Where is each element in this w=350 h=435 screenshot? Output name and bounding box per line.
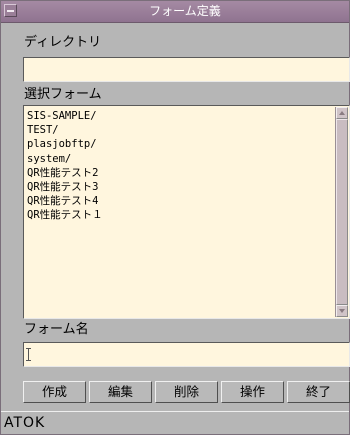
directory-label: ディレクトリ xyxy=(24,35,102,50)
text-cursor-icon xyxy=(26,348,34,361)
form-definition-window: フォーム定義 ディレクトリ 選択フォーム SIS-SAMPLE/ TEST/ p… xyxy=(0,0,350,435)
button-bar: 作成 編集 削除 操作 終了 xyxy=(23,381,350,403)
status-bar: ATOK xyxy=(1,411,349,434)
vertical-scrollbar[interactable] xyxy=(335,107,348,317)
input-method-status: ATOK xyxy=(4,415,46,431)
list-item[interactable]: plasjobftp/ xyxy=(27,137,103,151)
form-name-field[interactable] xyxy=(23,342,350,367)
list-item[interactable]: SIS-SAMPLE/ xyxy=(27,109,103,123)
list-item[interactable]: QR性能テスト4 xyxy=(27,194,103,208)
form-list-items: SIS-SAMPLE/ TEST/ plasjobftp/ system/ QR… xyxy=(27,109,103,223)
list-item[interactable]: QR性能テスト１ xyxy=(27,208,103,222)
list-item[interactable]: QR性能テスト3 xyxy=(27,180,103,194)
list-item[interactable]: TEST/ xyxy=(27,123,103,137)
scrollbar-thumb[interactable] xyxy=(336,119,348,305)
delete-button[interactable]: 削除 xyxy=(155,381,218,403)
form-list[interactable]: SIS-SAMPLE/ TEST/ plasjobftp/ system/ QR… xyxy=(23,105,350,319)
exit-button[interactable]: 終了 xyxy=(287,381,350,403)
form-name-label: フォーム名 xyxy=(24,322,89,337)
window-menu-icon[interactable] xyxy=(4,4,17,17)
create-button[interactable]: 作成 xyxy=(23,381,86,403)
edit-button[interactable]: 編集 xyxy=(89,381,152,403)
window-title: フォーム定義 xyxy=(149,4,221,18)
form-list-label: 選択フォーム xyxy=(24,87,102,102)
operate-button[interactable]: 操作 xyxy=(221,381,284,403)
title-bar[interactable]: フォーム定義 xyxy=(1,1,349,23)
directory-field[interactable] xyxy=(23,57,350,82)
list-item[interactable]: system/ xyxy=(27,152,103,166)
scroll-up-arrow-icon[interactable] xyxy=(336,107,348,119)
list-item[interactable]: QR性能テスト2 xyxy=(27,166,103,180)
scroll-down-arrow-icon[interactable] xyxy=(336,305,348,317)
